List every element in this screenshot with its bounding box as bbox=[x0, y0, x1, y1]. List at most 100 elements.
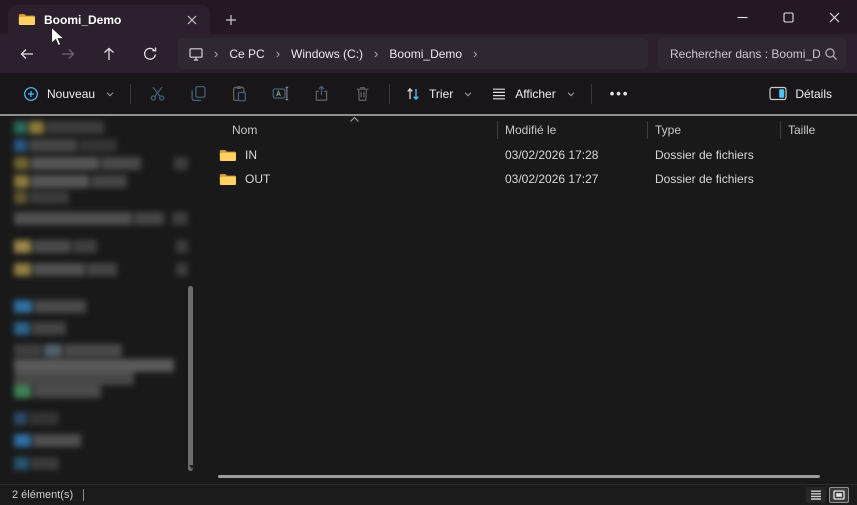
view-button-label: Afficher bbox=[515, 87, 555, 101]
more-options-button[interactable]: ••• bbox=[598, 86, 642, 101]
new-button[interactable]: Nouveau bbox=[14, 78, 124, 110]
sidebar-scrollbar[interactable] bbox=[188, 286, 193, 471]
folder-icon bbox=[219, 173, 236, 186]
sidebar-item-redacted[interactable] bbox=[14, 322, 188, 335]
sidebar-item-redacted[interactable] bbox=[14, 344, 188, 357]
details-pane-icon bbox=[769, 86, 787, 101]
breadcrumb-item[interactable]: Windows (C:) bbox=[288, 45, 366, 63]
sidebar-item-redacted[interactable] bbox=[14, 191, 188, 204]
column-header-type[interactable]: Type bbox=[647, 123, 780, 137]
minimize-button[interactable] bbox=[719, 0, 765, 34]
column-header-modified[interactable]: Modifié le bbox=[497, 123, 647, 137]
file-rows: IN03/02/2026 17:28Dossier de fichiersOUT… bbox=[205, 143, 857, 191]
sidebar-item-redacted[interactable] bbox=[14, 434, 188, 447]
close-button[interactable] bbox=[811, 0, 857, 34]
sort-button-label: Trier bbox=[429, 87, 453, 101]
new-button-label: Nouveau bbox=[47, 87, 95, 101]
window-controls bbox=[719, 0, 857, 34]
search-input[interactable]: Rechercher dans : Boomi_D bbox=[670, 47, 820, 61]
share-button[interactable] bbox=[301, 78, 342, 110]
trash-icon bbox=[354, 85, 371, 102]
forward-button[interactable] bbox=[47, 37, 88, 71]
sidebar-item-redacted[interactable] bbox=[14, 139, 188, 152]
sidebar-item-redacted[interactable] bbox=[14, 240, 188, 253]
content-area: Nom Modifié le Type Taille IN03/02/2026 … bbox=[0, 116, 857, 484]
search-box[interactable]: Rechercher dans : Boomi_D bbox=[658, 38, 846, 69]
breadcrumb-chevron-icon[interactable]: › bbox=[275, 47, 281, 60]
navigation-sidebar bbox=[0, 116, 200, 484]
breadcrumb: › Ce PC › Windows (C:) › Boomi_Demo › bbox=[213, 45, 478, 63]
explorer-tab[interactable]: Boomi_Demo bbox=[8, 5, 210, 34]
delete-button[interactable] bbox=[342, 78, 383, 110]
refresh-button[interactable] bbox=[129, 37, 170, 71]
file-row[interactable]: IN03/02/2026 17:28Dossier de fichiers bbox=[205, 143, 857, 167]
view-toggles bbox=[806, 487, 849, 503]
paste-button[interactable] bbox=[219, 78, 260, 110]
copy-icon bbox=[190, 85, 207, 102]
thumbnail-view-icon bbox=[833, 490, 845, 500]
sidebar-item-redacted[interactable] bbox=[14, 263, 188, 276]
sort-button[interactable]: Trier bbox=[396, 78, 482, 110]
toolbar-separator bbox=[389, 84, 390, 104]
sidebar-item-redacted[interactable] bbox=[14, 175, 188, 188]
this-pc-monitor-icon bbox=[188, 46, 204, 62]
breadcrumb-item[interactable]: Ce PC bbox=[226, 45, 267, 63]
sidebar-item-redacted[interactable] bbox=[14, 372, 188, 385]
sidebar-item-redacted[interactable] bbox=[14, 212, 188, 225]
horizontal-scrollbar[interactable] bbox=[218, 475, 820, 478]
sidebar-item-redacted[interactable] bbox=[14, 300, 188, 313]
column-header-name[interactable]: Nom bbox=[205, 123, 497, 137]
maximize-button[interactable] bbox=[765, 0, 811, 34]
plus-circle-icon bbox=[23, 86, 39, 102]
breadcrumb-chevron-icon[interactable]: › bbox=[213, 47, 219, 60]
status-bar: 2 élément(s) bbox=[0, 484, 857, 505]
sort-arrows-icon bbox=[405, 86, 421, 102]
column-header-size[interactable]: Taille bbox=[780, 123, 857, 137]
tab-title: Boomi_Demo bbox=[44, 13, 175, 27]
breadcrumb-chevron-icon[interactable]: › bbox=[373, 47, 379, 60]
breadcrumb-chevron-icon[interactable]: › bbox=[472, 47, 478, 60]
new-tab-button[interactable] bbox=[220, 9, 242, 31]
chevron-down-icon bbox=[105, 89, 115, 99]
column-resize-handle[interactable] bbox=[497, 121, 498, 139]
file-explorer-window: Boomi_Demo bbox=[0, 0, 857, 505]
cut-icon bbox=[149, 85, 166, 102]
rename-button[interactable] bbox=[260, 78, 301, 110]
search-icon[interactable] bbox=[824, 47, 838, 61]
view-lines-icon bbox=[491, 86, 507, 102]
file-type: Dossier de fichiers bbox=[647, 148, 780, 162]
column-resize-handle[interactable] bbox=[780, 121, 781, 139]
tab-close-icon[interactable] bbox=[184, 12, 200, 28]
cut-button[interactable] bbox=[137, 78, 178, 110]
file-modified: 03/02/2026 17:28 bbox=[497, 148, 647, 162]
up-button[interactable] bbox=[88, 37, 129, 71]
details-pane-button[interactable]: Détails bbox=[760, 78, 841, 110]
file-type: Dossier de fichiers bbox=[647, 172, 780, 186]
breadcrumb-item[interactable]: Boomi_Demo bbox=[386, 45, 465, 63]
sidebar-item-redacted[interactable] bbox=[14, 457, 188, 470]
address-bar[interactable]: › Ce PC › Windows (C:) › Boomi_Demo › bbox=[178, 38, 648, 69]
thumbnail-view-button[interactable] bbox=[829, 487, 849, 503]
scrollbar-down-arrow-icon[interactable] bbox=[189, 465, 195, 469]
file-row[interactable]: OUT03/02/2026 17:27Dossier de fichiers bbox=[205, 167, 857, 191]
share-icon bbox=[313, 85, 330, 102]
column-resize-handle[interactable] bbox=[647, 121, 648, 139]
back-button[interactable] bbox=[6, 37, 47, 71]
list-view-button[interactable] bbox=[806, 487, 826, 503]
item-count: 2 élément(s) bbox=[12, 489, 73, 501]
sidebar-item-redacted[interactable] bbox=[14, 385, 188, 398]
rename-icon bbox=[272, 85, 289, 102]
details-button-label: Détails bbox=[795, 87, 832, 101]
sidebar-redacted-list bbox=[0, 116, 200, 484]
file-list-pane: Nom Modifié le Type Taille IN03/02/2026 … bbox=[205, 116, 857, 484]
sidebar-item-redacted[interactable] bbox=[14, 121, 188, 134]
sidebar-item-redacted[interactable] bbox=[14, 157, 188, 170]
navigation-bar: › Ce PC › Windows (C:) › Boomi_Demo › Recherch… bbox=[0, 34, 857, 73]
sidebar-item-redacted[interactable] bbox=[14, 412, 188, 425]
sort-ascending-icon bbox=[348, 116, 361, 123]
view-button[interactable]: Afficher bbox=[482, 78, 584, 110]
chevron-down-icon bbox=[566, 89, 576, 99]
sidebar-item-redacted[interactable] bbox=[14, 359, 188, 372]
folder-icon bbox=[18, 13, 35, 26]
copy-button[interactable] bbox=[178, 78, 219, 110]
